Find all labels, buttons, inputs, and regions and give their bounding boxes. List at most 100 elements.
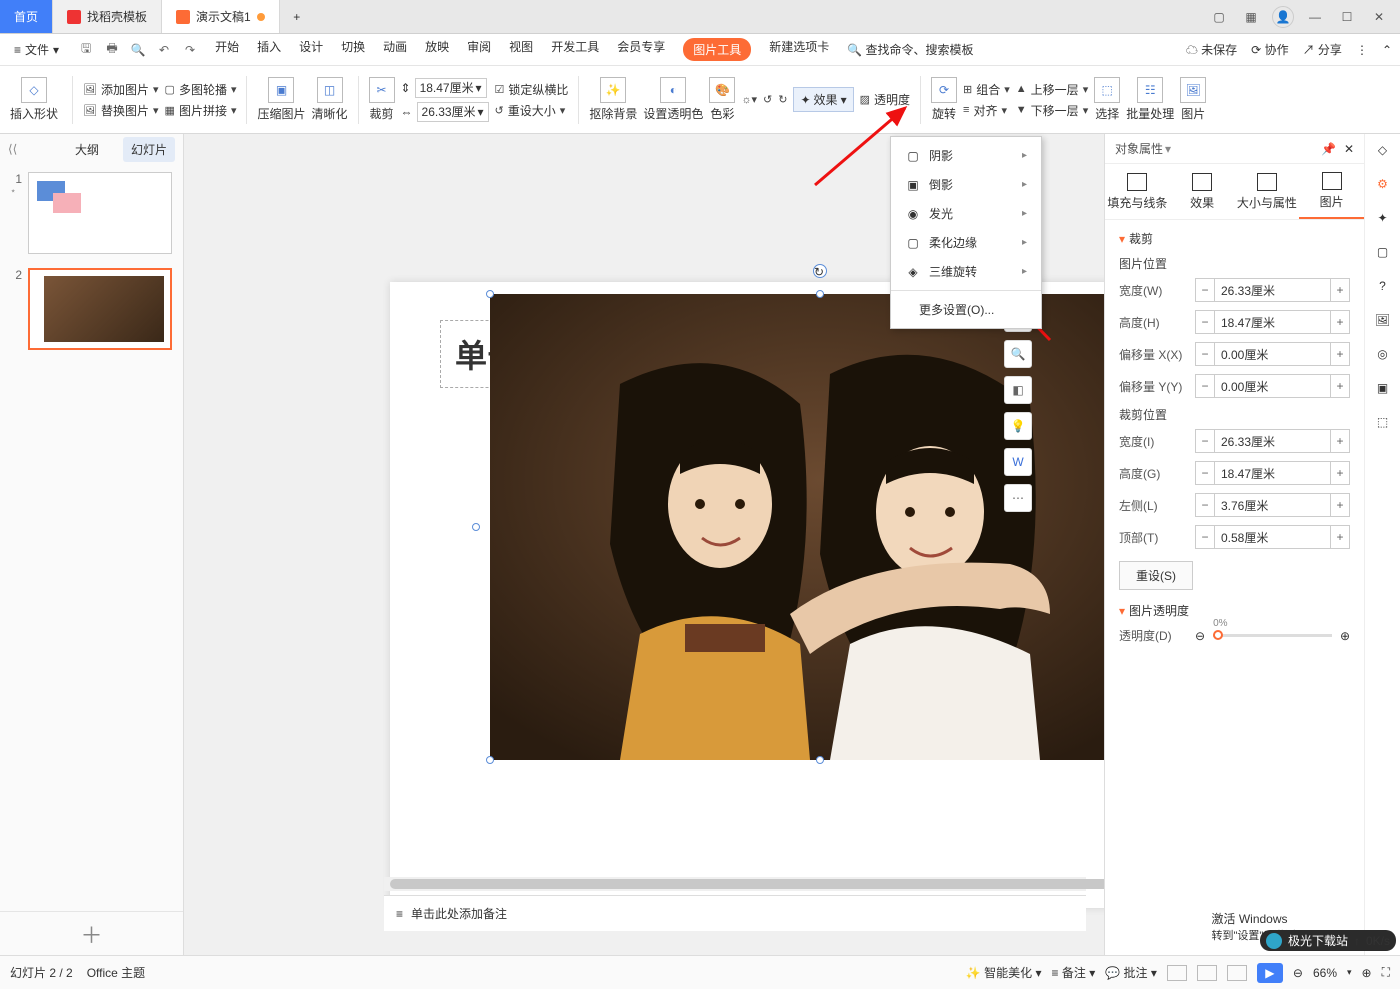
spin-plus[interactable]: + [1330,493,1350,517]
select-button[interactable]: ⬚选择 [1094,77,1120,122]
slides-tab[interactable]: 幻灯片 [123,137,175,162]
spin-minus[interactable]: − [1195,310,1215,334]
brightness-icon[interactable]: ☼▾ [741,93,757,106]
close-panel-icon[interactable]: ✕ [1344,142,1354,156]
height-value[interactable]: 18.47厘米 [1215,310,1330,334]
menu-item[interactable]: 开始 [215,38,239,61]
bring-forward-button[interactable]: ▲ 上移一层 ▾ [1016,81,1088,98]
sharpen-button[interactable]: ◫清晰化 [312,77,348,122]
prop-tab-effects[interactable]: 效果 [1170,164,1235,219]
tab-templates[interactable]: 找稻壳模板 [53,0,162,33]
menu-item[interactable]: 插入 [257,38,281,61]
view-normal-icon[interactable] [1167,965,1187,981]
menu-new-tab[interactable]: 新建选项卡 [769,38,829,61]
menu-item[interactable]: 审阅 [467,38,491,61]
spin-plus[interactable]: + [1330,342,1350,366]
window-close[interactable]: ✕ [1368,6,1390,28]
spin-minus[interactable]: − [1195,461,1215,485]
slider-plus[interactable]: ⊕ [1340,629,1350,643]
window-maximize[interactable]: ☐ [1336,6,1358,28]
share-button[interactable]: ↗ 分享 [1303,41,1342,58]
more-tools-icon[interactable]: ⋯ [1004,484,1032,512]
view-sorter-icon[interactable] [1197,965,1217,981]
collapse-panel-icon[interactable]: ⟨⟨ [8,142,17,156]
resize-handle[interactable] [486,290,494,298]
remove-bg-button[interactable]: ✨抠除背景 [589,77,637,122]
color-button[interactable]: 🎨色彩 [709,77,735,122]
crop-button[interactable]: ✂裁剪 [369,77,395,122]
side-tool-4[interactable]: ▢ [1373,242,1393,262]
preview-icon[interactable]: 🔍 [129,41,147,59]
section-crop[interactable]: 裁剪 [1119,230,1350,247]
width-input[interactable]: 26.33厘米▾ [417,102,489,122]
resize-handle[interactable] [816,756,824,764]
dropdown-3d-rotation[interactable]: ◈三维旋转▸ [891,257,1041,286]
zoom-in-button[interactable]: ⊕ [1362,966,1372,980]
zoom-level[interactable]: 66% [1313,966,1337,980]
rotate-handle[interactable]: ↻ [813,264,827,278]
side-tool-5[interactable]: ? [1373,276,1393,296]
menu-hamburger[interactable]: ≡ 文件 ▾ [8,41,65,58]
set-transparent-button[interactable]: ◐设置透明色 [643,77,703,122]
side-tool-8[interactable]: ▣ [1373,378,1393,398]
batch-button[interactable]: ☷批量处理 [1126,77,1174,122]
group-button[interactable]: ⊞ 组合 ▾ [963,81,1010,98]
tab-document[interactable]: 演示文稿1 [162,0,280,33]
menu-item[interactable]: 动画 [383,38,407,61]
collab-button[interactable]: ⟳ 协作 [1251,41,1288,58]
offset-x-value[interactable]: 0.00厘米 [1215,342,1330,366]
spin-minus[interactable]: − [1195,525,1215,549]
window-minimize[interactable]: — [1304,6,1326,28]
menu-item[interactable]: 切换 [341,38,365,61]
slider-minus[interactable]: ⊖ [1195,629,1205,643]
send-backward-button[interactable]: ▼ 下移一层 ▾ [1016,102,1088,119]
spin-plus[interactable]: + [1330,374,1350,398]
dropdown-glow[interactable]: ◉发光▸ [891,199,1041,228]
spin-plus[interactable]: + [1330,429,1350,453]
offset-y-value[interactable]: 0.00厘米 [1215,374,1330,398]
reset-button[interactable]: 重设(S) [1119,561,1193,590]
spin-minus[interactable]: − [1195,278,1215,302]
smart-beautify-button[interactable]: ✨ 智能美化 ▾ [966,964,1042,981]
side-tool-7[interactable]: ◎ [1373,344,1393,364]
print-icon[interactable]: 🖶 [103,41,121,59]
rotate-right-icon[interactable]: ↻ [778,93,787,106]
spin-minus[interactable]: − [1195,374,1215,398]
side-tool-settings[interactable]: ⚙ [1373,174,1393,194]
side-tool-1[interactable]: ◇ [1373,140,1393,160]
menu-item[interactable]: 会员专享 [617,38,665,61]
resize-handle[interactable] [472,523,480,531]
align-button[interactable]: ≡ 对齐 ▾ [963,102,1010,119]
redo-icon[interactable]: ↷ [181,41,199,59]
spin-plus[interactable]: + [1330,461,1350,485]
menu-item[interactable]: 开发工具 [551,38,599,61]
notes-area[interactable]: ≡单击此处添加备注 [384,895,1086,931]
tab-home[interactable]: 首页 [0,0,53,33]
dropdown-more-settings[interactable]: 更多设置(O)... [891,295,1041,324]
slide-thumb-2[interactable]: 2 [10,268,173,350]
menu-item[interactable]: 视图 [509,38,533,61]
resize-handle[interactable] [486,756,494,764]
fit-button[interactable]: ⛶ [1382,965,1390,980]
transparency-slider[interactable]: 0% [1213,634,1332,637]
rotate-button[interactable]: ⟳旋转 [931,77,957,122]
save-icon[interactable]: 🖫 [77,41,95,59]
picture-menu-button[interactable]: 🖼图片 [1180,77,1206,122]
avatar-icon[interactable]: 👤 [1272,6,1294,28]
more-icon[interactable]: ⋮ [1356,43,1368,57]
insert-shape-button[interactable]: ◇插入形状 [10,77,58,122]
height-input[interactable]: 18.47厘米▾ [415,78,487,98]
resize-handle[interactable] [816,290,824,298]
undo-icon[interactable]: ↶ [155,41,173,59]
spin-plus[interactable]: + [1330,525,1350,549]
picture-join-button[interactable]: ▦ 图片拼接 ▾ [165,102,237,119]
multi-outline-button[interactable]: ▢ 多图轮播 ▾ [165,81,237,98]
notes-toggle[interactable]: ≡ 备注 ▾ [1052,964,1096,981]
side-tool-9[interactable]: ⬚ [1373,412,1393,432]
tile-icon[interactable]: ▢ [1208,6,1230,28]
new-tab-button[interactable]: + [280,0,314,33]
reset-size-button[interactable]: ↺ 重设大小 ▾ [495,102,569,119]
menu-image-tools[interactable]: 图片工具 [683,38,751,61]
crop-top-value[interactable]: 0.58厘米 [1215,525,1330,549]
horizontal-scrollbar[interactable] [384,877,1086,891]
